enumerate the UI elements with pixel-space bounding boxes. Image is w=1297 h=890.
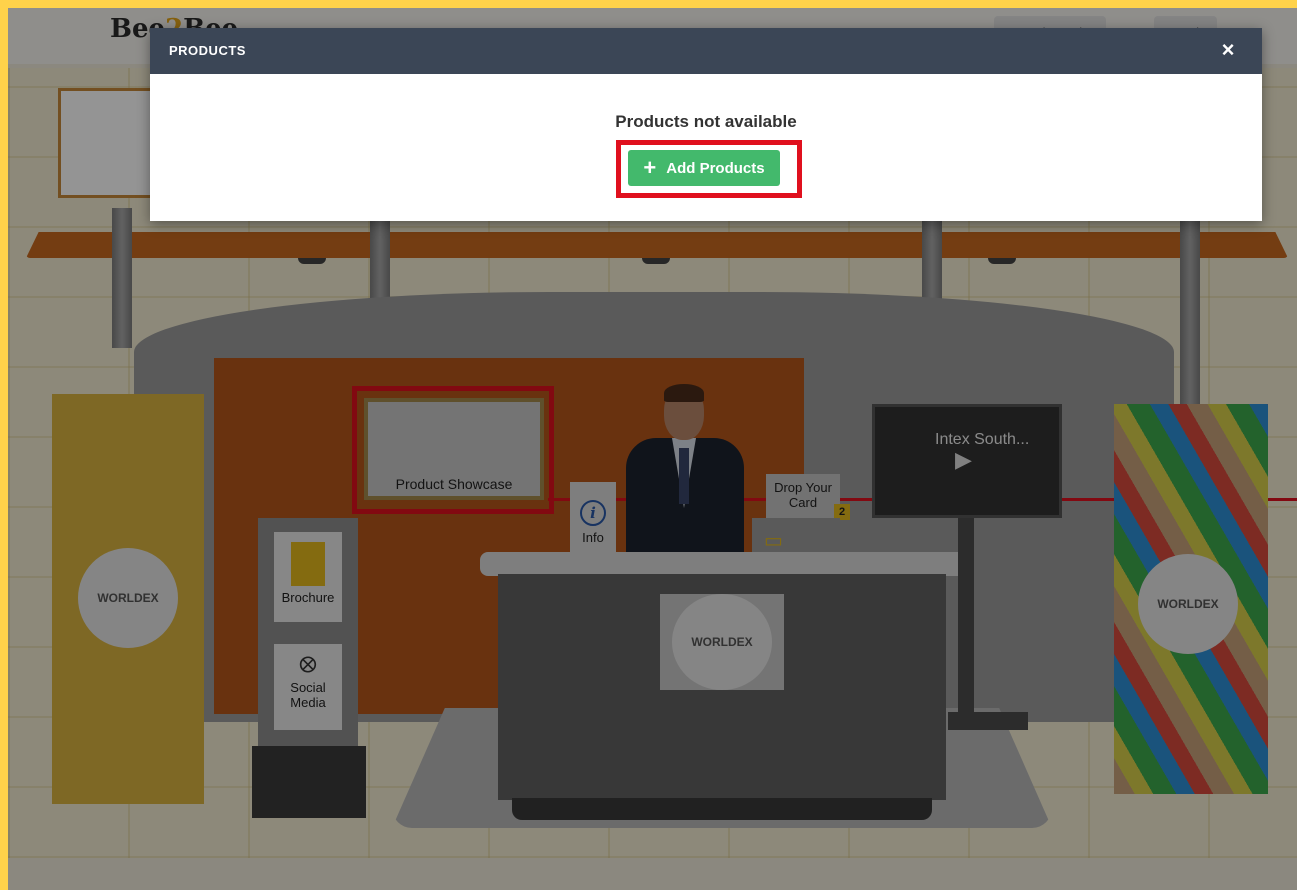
modal-title: PRODUCTS <box>169 43 246 58</box>
modal-header: PRODUCTS × <box>150 28 1262 74</box>
products-modal: PRODUCTS × Products not available + Add … <box>150 28 1262 221</box>
plus-icon: + <box>643 155 657 180</box>
close-icon[interactable]: × <box>1216 38 1240 62</box>
add-products-label: Add Products <box>666 159 765 177</box>
add-products-button[interactable]: + Add Products <box>628 150 780 186</box>
booth-viewport: Bee2Bee Recruit Weeks Match WORLDEX Prod… <box>8 8 1297 890</box>
empty-state-message: Products not available <box>615 112 797 131</box>
